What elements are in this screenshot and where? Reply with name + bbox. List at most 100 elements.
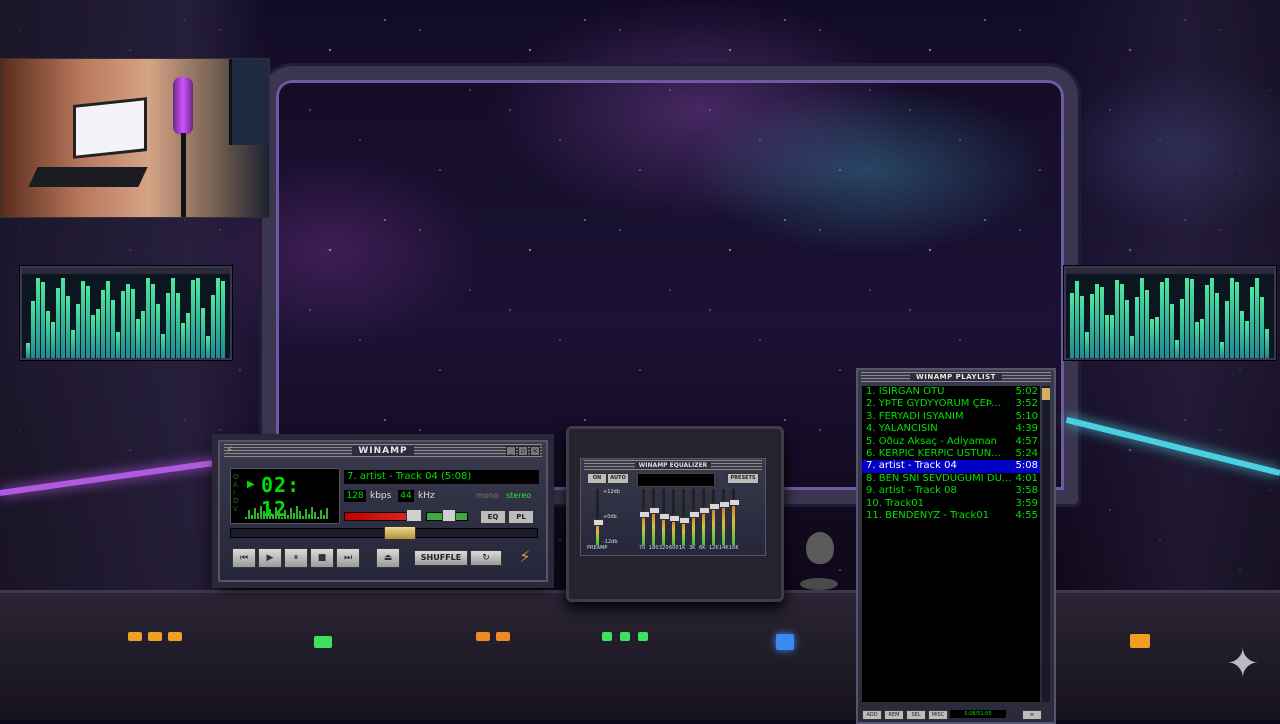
- eq-band-label: 16K: [729, 545, 739, 551]
- playlist-item-title: 2. ŸÞTE GYDŸYORUM ÇEÞ...: [866, 398, 1001, 410]
- console-light: [602, 632, 612, 641]
- visualizer-bar: [181, 322, 185, 358]
- playlist-toggle-button[interactable]: PL: [508, 510, 534, 524]
- winamp-main-window[interactable]: ⚡ WINAMP _ ▫ × O A I D V ▶ 02: 12 7. art…: [218, 440, 548, 582]
- play-button[interactable]: ▶: [258, 548, 282, 568]
- clutterbar-double[interactable]: D: [233, 497, 241, 505]
- clutterbar-option[interactable]: O: [233, 473, 241, 481]
- playlist-item[interactable]: 1. ISIRGAN OTU 5:02: [862, 386, 1040, 398]
- eq-auto-button[interactable]: AUTO: [607, 473, 629, 484]
- clutterbar-info[interactable]: I: [233, 489, 241, 497]
- clutterbar-always-on-top[interactable]: A: [233, 481, 241, 489]
- mini-spectrum-bar: [281, 517, 283, 519]
- eq-band-label: 70: [639, 545, 646, 551]
- playlist-item[interactable]: 11. BENDENYZ - Track01 4:55: [862, 510, 1040, 522]
- eq-slider-knob[interactable]: [729, 499, 740, 506]
- playlist-scrollbar-thumb[interactable]: [1042, 388, 1050, 400]
- previous-button[interactable]: ⏮: [232, 548, 256, 568]
- playlist-item-duration: 4:57: [1015, 435, 1038, 447]
- bitrate-value: 128: [344, 490, 366, 502]
- clutterbar-visualization[interactable]: V: [233, 505, 241, 513]
- playlist-add-button[interactable]: ADD: [862, 710, 882, 720]
- eq-band-slider[interactable]: [669, 489, 680, 545]
- eq-slider-knob[interactable]: [593, 519, 604, 526]
- eq-band-slider[interactable]: [719, 489, 730, 545]
- db-label-top: +12db: [603, 489, 620, 495]
- next-button[interactable]: ⏭: [336, 548, 360, 568]
- clutterbar[interactable]: O A I D V: [233, 473, 241, 513]
- visualizer-bar: [81, 280, 85, 358]
- visualizer-bar: [156, 303, 160, 358]
- playlist-item[interactable]: 9. artist - Track 08 3:58: [862, 485, 1040, 497]
- playlist-item-duration: 5:10: [1015, 410, 1038, 422]
- eq-band-slider[interactable]: [639, 489, 650, 545]
- visualizer-bar: [201, 307, 205, 358]
- eq-response-graph: [637, 473, 715, 487]
- playlist-item-title: 4. YALANCISIN: [866, 423, 938, 435]
- eq-band-slider[interactable]: [659, 489, 670, 545]
- winamp-playlist-window[interactable]: WINAMP PLAYLIST 1. ISIRGAN OTU 5:02 2. ŸÞT…: [856, 368, 1056, 724]
- eq-band-label: 320: [659, 545, 669, 551]
- playlist-title: WINAMP PLAYLIST: [910, 373, 1002, 381]
- playlist-scrollbar[interactable]: [1042, 386, 1050, 702]
- eq-presets-button[interactable]: PRESETS: [727, 473, 759, 484]
- stop-button[interactable]: ■: [310, 548, 334, 568]
- winamp-titlebar[interactable]: ⚡ WINAMP _ ▫ ×: [224, 444, 542, 458]
- eq-band-slider[interactable]: [699, 489, 710, 545]
- winamp-equalizer-window[interactable]: WINAMP EQUALIZER ON AUTO PRESETS +12db +…: [580, 458, 766, 556]
- eq-band-slider[interactable]: [679, 489, 690, 545]
- mini-spectrum-bar: [326, 508, 328, 519]
- shuffle-button[interactable]: SHUFFLE: [414, 550, 468, 566]
- playlist-item[interactable]: 6. KERPIC KERPIC USTUN... 5:24: [862, 448, 1040, 460]
- mini-spectrum-bar: [299, 511, 301, 519]
- eq-band-label: 180: [649, 545, 659, 551]
- mini-spectrum-bar: [257, 513, 259, 519]
- eq-band-label: 12K: [709, 545, 719, 551]
- playlist-select-button[interactable]: SEL: [906, 710, 926, 720]
- equalizer-titlebar[interactable]: WINAMP EQUALIZER: [584, 460, 762, 470]
- visualizer-bar: [146, 278, 150, 358]
- winamp-about-icon[interactable]: ⚡: [516, 548, 534, 566]
- playlist-titlebar[interactable]: WINAMP PLAYLIST: [861, 372, 1051, 382]
- eq-band-slider[interactable]: [689, 489, 700, 545]
- visualizer-bar: [1240, 311, 1244, 358]
- eq-band-slider[interactable]: [729, 489, 740, 545]
- playlist-item[interactable]: 4. YALANCISIN 4:39: [862, 423, 1040, 435]
- eq-band-slider[interactable]: [649, 489, 660, 545]
- pause-button[interactable]: ⏸: [284, 548, 308, 568]
- playlist-list[interactable]: 1. ISIRGAN OTU 5:02 2. ŸÞTE GYDŸYORUM ÇEÞ.…: [862, 386, 1040, 702]
- mini-spectrum[interactable]: [245, 503, 333, 519]
- eq-on-button[interactable]: ON: [587, 473, 607, 484]
- visualizer-bar: [1175, 339, 1179, 358]
- eq-band-slider[interactable]: [709, 489, 720, 545]
- playlist-misc-button[interactable]: MISC: [928, 710, 948, 720]
- playlist-item[interactable]: 3. FERYADI İSYANIM 5:10: [862, 411, 1040, 423]
- playlist-item-duration: 4:01: [1015, 472, 1038, 484]
- playlist-item[interactable]: 2. ŸÞTE GYDŸYORUM ÇEÞ... 3:52: [862, 398, 1040, 410]
- playlist-item[interactable]: 7. artist - Track 04 5:08: [862, 460, 1040, 473]
- minimize-icon[interactable]: _: [506, 446, 516, 456]
- playlist-item[interactable]: 5. Oðuz Aksaç - Adiyaman 4:57: [862, 436, 1040, 448]
- song-title-marquee[interactable]: 7. artist - Track 04 (5:08): [344, 470, 539, 484]
- time-display[interactable]: O A I D V ▶ 02: 12: [230, 468, 340, 524]
- visualizer-bar: [1100, 287, 1104, 358]
- visualizer-bar: [1230, 278, 1234, 358]
- playlist-item[interactable]: 10. Track01 3:59: [862, 498, 1040, 510]
- playlist-item-duration: 3:58: [1015, 485, 1038, 497]
- shade-icon[interactable]: ▫: [518, 446, 528, 456]
- playlist-list-button[interactable]: ≡: [1022, 710, 1042, 720]
- webcam-overlay: [0, 58, 270, 218]
- seek-bar-thumb[interactable]: [384, 526, 416, 540]
- eject-button[interactable]: ⏏: [376, 548, 400, 568]
- playlist-item[interactable]: 8. BEN SNI SEVDUGUMI DU... 4:01: [862, 473, 1040, 485]
- repeat-button[interactable]: ↻: [470, 550, 502, 566]
- balance-slider-thumb[interactable]: [442, 509, 456, 522]
- volume-slider-thumb[interactable]: [406, 509, 422, 522]
- eq-toggle-button[interactable]: EQ: [480, 510, 506, 524]
- winamp-logo-icon[interactable]: ⚡: [226, 445, 238, 457]
- close-icon[interactable]: ×: [530, 446, 540, 456]
- eq-slider-knob[interactable]: [679, 517, 690, 524]
- preamp-slider[interactable]: [593, 489, 604, 545]
- control-console: [0, 590, 1280, 720]
- playlist-remove-button[interactable]: REM: [884, 710, 904, 720]
